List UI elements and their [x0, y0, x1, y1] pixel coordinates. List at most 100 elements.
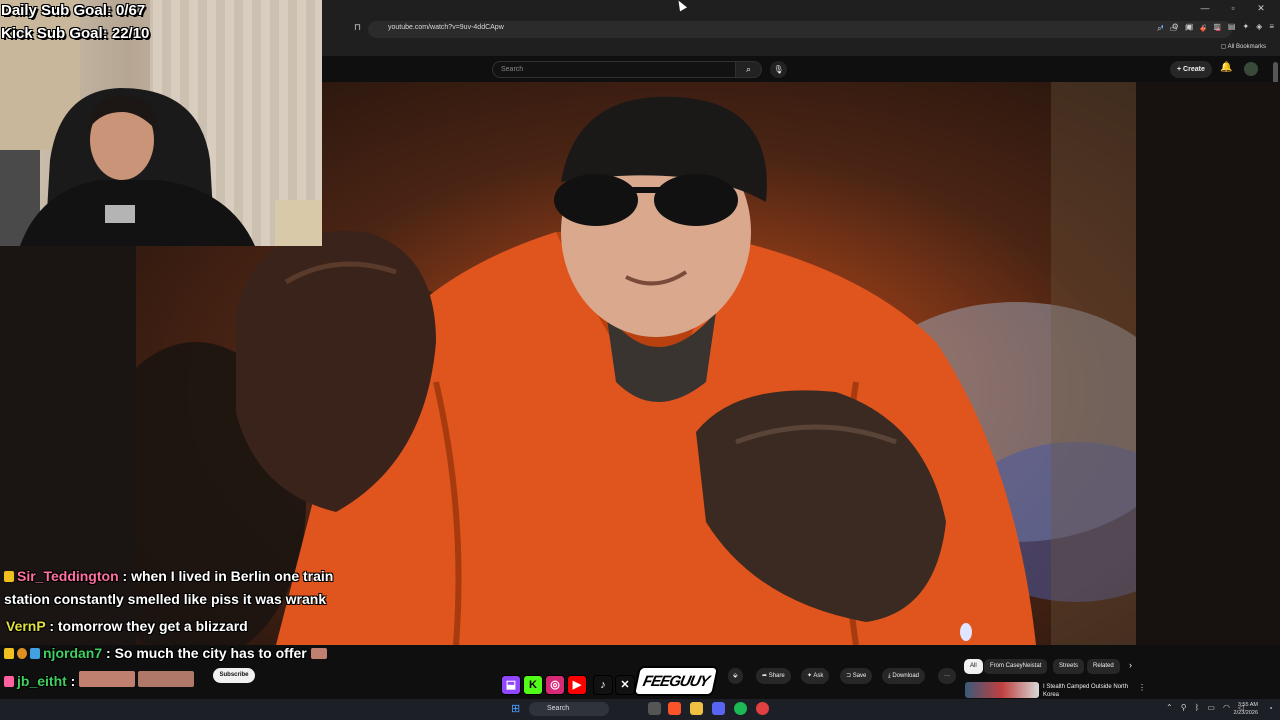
extension-icon[interactable]: ▣	[1186, 22, 1194, 31]
chat-badge-icon	[4, 648, 14, 659]
chip-all[interactable]: All	[964, 659, 983, 674]
page-background	[0, 246, 136, 645]
tabs-icon[interactable]: ▤	[1228, 22, 1236, 31]
ask-label: Ask	[813, 673, 824, 679]
spotify-icon[interactable]	[734, 702, 747, 715]
chat-text: tomorrow they get a blizzard	[57, 618, 248, 634]
sidebar-icon[interactable]: ▥	[1213, 22, 1221, 31]
tiktok-icon: ♪	[593, 675, 613, 695]
download-label: Download	[892, 673, 920, 679]
more-vert-icon[interactable]: ⋮	[1138, 683, 1146, 692]
chat-text: when I lived in Berlin one train	[131, 568, 334, 584]
extension-icon[interactable]: ◖	[1160, 22, 1165, 31]
close-icon[interactable]: ✕	[1256, 3, 1266, 14]
thumbs-down-icon: ⬙	[733, 673, 738, 679]
instagram-icon: ◎	[545, 675, 565, 695]
all-bookmarks-link[interactable]: ▢ All Bookmarks	[1221, 43, 1266, 50]
clock-date: 2/23/2026	[1233, 710, 1258, 716]
search-placeholder: Search	[501, 66, 524, 73]
share-button[interactable]: ➦ Share	[756, 668, 791, 684]
chat-badge-icon	[30, 648, 40, 659]
search-icon: ⌕	[745, 64, 752, 74]
youtube-header: Search ⌕ 🎙 + Create 🔔	[322, 56, 1280, 82]
ask-button[interactable]: ✦ Ask	[801, 668, 830, 684]
chip-related[interactable]: Related	[1087, 659, 1120, 674]
chat-username: VernP	[6, 618, 46, 634]
download-button[interactable]: ⤓ Download	[882, 668, 926, 684]
url-text[interactable]: youtube.com/watch?v=9uv-4ddCApw	[388, 24, 504, 31]
chat-username: Sir_Teddington	[17, 568, 119, 584]
daily-sub-goal: Daily Sub Goal: 0/67	[1, 2, 146, 19]
address-bar[interactable]: youtube.com/watch?v=9uv-4ddCApw ⌕ ▭ ⇱ ◆ …	[368, 21, 1232, 38]
x-twitter-icon: ✕	[615, 675, 635, 695]
taskbar-clock[interactable]: 3:55 AM 2/23/2026	[1234, 701, 1258, 717]
recommendation-thumbnail[interactable]	[965, 682, 1039, 698]
display-icon[interactable]: ▭	[1207, 703, 1215, 712]
maximize-icon[interactable]: ▫	[1228, 3, 1238, 14]
browser-titlebar: — ▫ ✕	[322, 0, 1280, 18]
taskbar-search-label: Search	[547, 705, 570, 712]
chat-badge-icon	[4, 676, 14, 687]
notification-icon[interactable]: ◔	[1268, 704, 1273, 713]
chip-from-channel[interactable]: From CaseyNeistat	[984, 659, 1048, 674]
chat-badge-icon	[4, 571, 14, 582]
minimize-icon[interactable]: —	[1200, 3, 1210, 14]
discord-icon[interactable]	[712, 702, 725, 715]
window-controls: — ▫ ✕	[1200, 3, 1266, 14]
search-input[interactable]: Search	[492, 61, 736, 78]
music-icon[interactable]: ♫	[1200, 22, 1206, 31]
brave-browser-icon[interactable]	[668, 702, 681, 715]
chat-message: VernP : tomorrow they get a blizzard	[6, 618, 248, 634]
kick-icon: K	[523, 675, 543, 695]
chevron-right-icon[interactable]: ›	[1129, 660, 1132, 670]
system-tray: ⌃ ⚲ ᛒ ▭ ◠ ◁	[1166, 703, 1244, 712]
emote-icon	[138, 671, 195, 687]
extension-icon[interactable]: ⚙	[1172, 22, 1179, 31]
twitch-icon: ⬓	[501, 675, 521, 695]
chat-message: Sir_Teddington : when I lived in Berlin …	[4, 568, 333, 584]
secondary-column	[1136, 82, 1280, 645]
emote-icon	[79, 671, 136, 687]
extension-icons: ◖ ⚙ ▣ ♫ ▥ ▤ ✦ ◈ ≡	[1160, 22, 1274, 31]
file-explorer-icon[interactable]	[690, 702, 703, 715]
chat-message: jb_eitht :	[4, 671, 197, 689]
bluetooth-icon[interactable]: ᛒ	[1195, 703, 1200, 712]
avatar[interactable]	[1244, 62, 1258, 76]
recommendation-title[interactable]: I Stealth Camped Outside North Korea	[1043, 683, 1139, 699]
streamer-logo: FEEGUUY	[632, 666, 720, 696]
chat-message: station constantly smelled like piss it …	[4, 591, 326, 607]
menu-icon[interactable]: ≡	[1269, 22, 1274, 31]
notifications-bell-icon[interactable]: 🔔	[1220, 62, 1232, 73]
wifi-icon[interactable]: ◠	[1223, 703, 1230, 712]
network-icon[interactable]: ⚲	[1181, 703, 1187, 712]
save-icon: ⊐	[846, 673, 853, 679]
taskbar-search[interactable]: Search	[529, 702, 609, 716]
all-bookmarks-label: All Bookmarks	[1227, 44, 1266, 50]
extension-icon[interactable]: ✦	[1242, 22, 1249, 31]
chat-username: jb_eitht	[17, 673, 67, 689]
chat-badge-icon	[17, 648, 27, 659]
chat-text: station constantly smelled like piss it …	[4, 591, 327, 607]
more-actions-button[interactable]: ···	[938, 668, 956, 684]
search-button[interactable]: ⌕	[736, 61, 762, 78]
dislike-button[interactable]: ⬙	[728, 668, 743, 684]
emote-icon	[310, 648, 327, 659]
chat-message: njordan7 : So much the city has to offer	[4, 645, 330, 661]
chevron-up-icon[interactable]: ⌃	[1166, 703, 1173, 712]
subscribe-button[interactable]: Subscribe	[213, 668, 255, 683]
wallet-icon[interactable]: ◈	[1256, 22, 1262, 31]
create-button[interactable]: + Create	[1170, 61, 1212, 78]
chat-text: So much the city has to offer	[114, 645, 307, 661]
bookmark-icon[interactable]: ⊓	[354, 22, 361, 33]
task-view-icon[interactable]	[648, 702, 661, 715]
windows-start-icon[interactable]: ⊞	[511, 702, 520, 715]
screen: — ▫ ✕ ⊓ youtube.com/watch?v=9uv-4ddCApw …	[0, 0, 1280, 720]
youtube-icon: ▶	[567, 675, 587, 695]
save-button[interactable]: ⊐ Save	[840, 668, 873, 684]
windows-taskbar	[0, 699, 1280, 720]
create-label: Create	[1183, 66, 1205, 73]
chip-streets[interactable]: Streets	[1053, 659, 1085, 674]
voice-search-button[interactable]: 🎙	[770, 61, 787, 78]
save-label: Save	[852, 673, 867, 679]
app-icon[interactable]	[756, 702, 769, 715]
